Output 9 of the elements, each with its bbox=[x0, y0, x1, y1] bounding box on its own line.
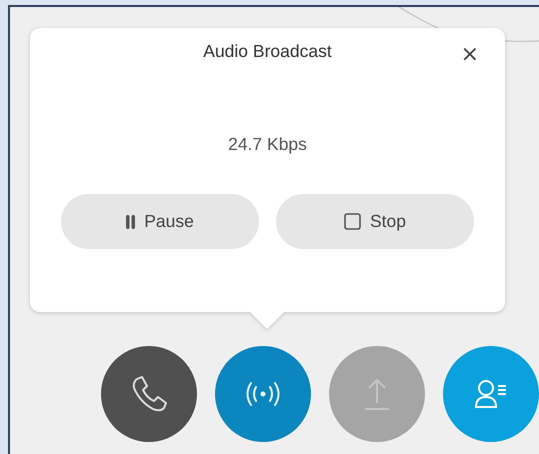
close-button[interactable]: × bbox=[460, 42, 479, 67]
pause-button[interactable]: Pause bbox=[61, 194, 259, 249]
stop-button[interactable]: Stop bbox=[276, 194, 474, 249]
stop-icon bbox=[344, 213, 361, 230]
bitrate-text: 24.7 Kbps bbox=[228, 134, 307, 155]
popup-title: Audio Broadcast bbox=[203, 41, 332, 62]
pause-icon bbox=[126, 214, 136, 228]
upload-icon bbox=[362, 377, 392, 411]
person-list-icon bbox=[474, 379, 508, 409]
